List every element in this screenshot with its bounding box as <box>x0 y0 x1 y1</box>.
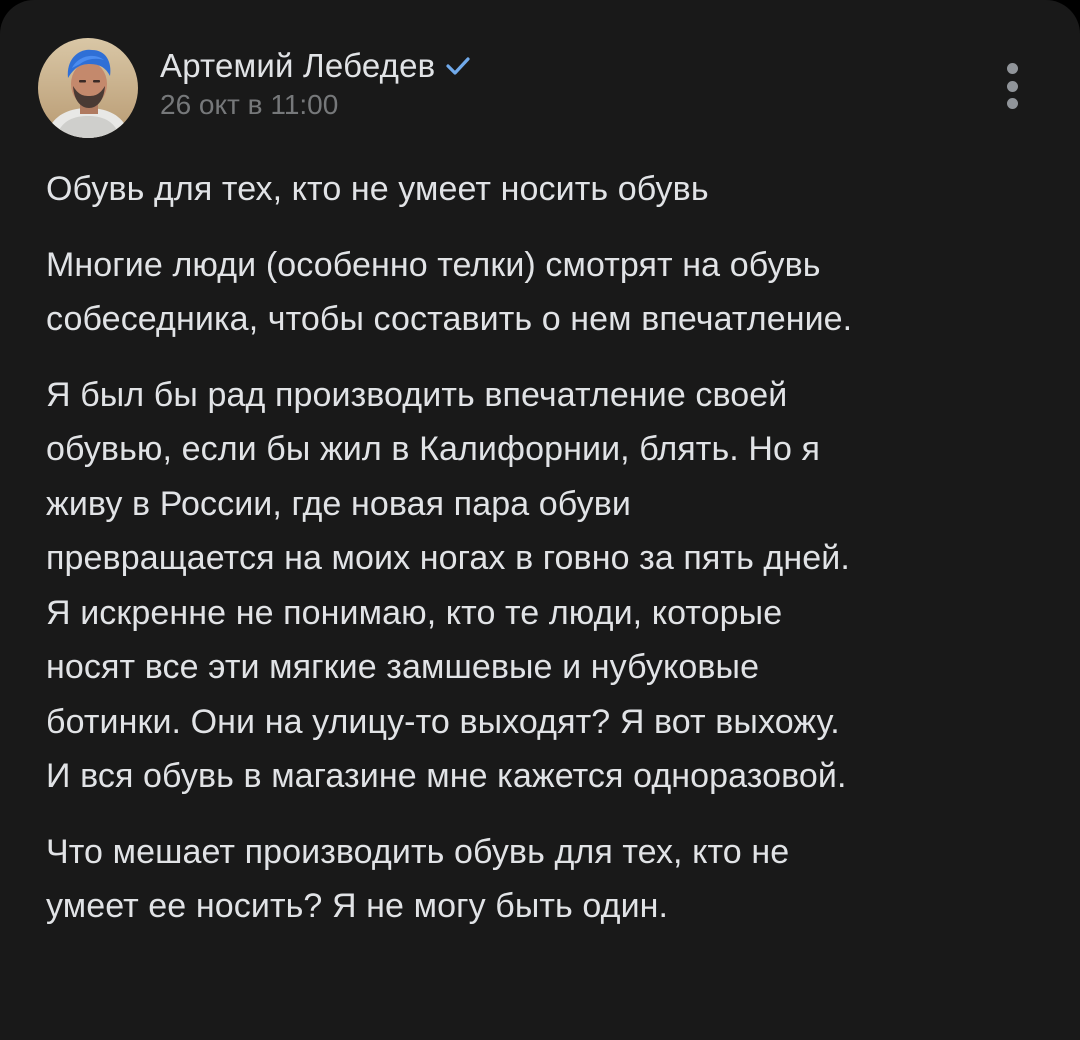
post-text: Обувь для тех, кто не умеет носить обувь… <box>46 162 1046 955</box>
post-paragraph: Многие люди (особенно телки) смотрят на … <box>46 245 853 339</box>
author-name-row: Артемий Лебедев <box>160 46 471 86</box>
menu-dot <box>1006 98 1018 109</box>
post-paragraph: Я был бы рад производить впечатление сво… <box>46 375 850 796</box>
post-paragraph: Что мешает производить обувь для тех, кт… <box>46 832 790 926</box>
menu-dot <box>1006 80 1018 92</box>
post-paragraph: Обувь для тех, кто не умеет носить обувь <box>46 170 709 208</box>
post-date[interactable]: 26 окт в 11:00 <box>160 88 471 122</box>
post-card: Артемий Лебедев 26 окт в 11:00 Обувь для… <box>0 0 1080 1040</box>
menu-dot <box>1006 63 1018 74</box>
avatar-image <box>38 38 138 138</box>
avatar[interactable] <box>38 38 138 138</box>
author-block: Артемий Лебедев 26 окт в 11:00 <box>160 46 471 122</box>
post-header: Артемий Лебедев 26 окт в 11:00 <box>38 38 471 138</box>
verified-check-icon <box>445 53 471 79</box>
more-vertical-icon[interactable] <box>1002 63 1022 109</box>
author-name[interactable]: Артемий Лебедев <box>160 46 435 86</box>
